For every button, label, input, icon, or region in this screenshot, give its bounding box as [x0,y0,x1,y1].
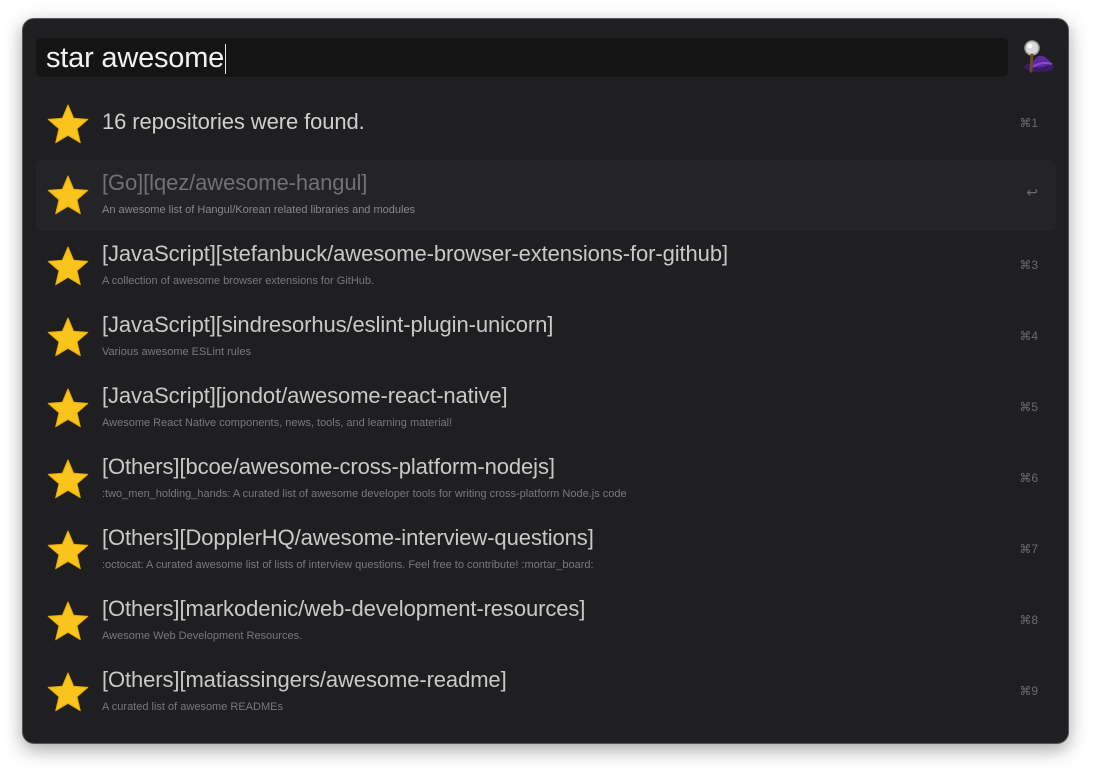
return-key-icon: ↩ [1026,184,1038,200]
result-row[interactable]: [JavaScript][sindresorhus/eslint-plugin-… [36,302,1056,373]
star-icon [47,601,89,641]
result-shortcut: ⌘3 [1019,258,1038,272]
star-icon [47,672,89,712]
text-caret [225,44,227,74]
result-row[interactable]: [Others][matiassingers/awesome-readme] A… [36,657,1056,728]
result-title: [Others][DopplerHQ/awesome-interview-que… [102,525,594,550]
result-subtitle: A collection of awesome browser extensio… [102,275,375,287]
result-subtitle: :two_men_holding_hands: A curated list o… [102,488,627,500]
result-shortcut: ⌘8 [1019,613,1038,627]
star-icon [47,388,89,428]
result-subtitle: An awesome list of Hangul/Korean related… [102,204,416,216]
result-shortcut: ⌘1 [1019,116,1038,130]
search-field[interactable]: star awesome [36,38,1008,77]
search-input[interactable]: star awesome [46,42,227,74]
result-subtitle: A curated list of awesome READMEs [102,701,283,713]
result-title: [JavaScript][jondot/awesome-react-native… [102,383,508,408]
star-icon [47,175,89,215]
result-title: [JavaScript][sindresorhus/eslint-plugin-… [102,312,554,337]
result-shortcut: ⌘4 [1019,329,1038,343]
result-title: [Go][lqez/awesome-hangul] [102,170,368,195]
result-shortcut: ⌘6 [1019,471,1038,485]
result-row[interactable]: [Go][lqez/awesome-hangul] An awesome lis… [36,160,1056,231]
result-row[interactable]: [JavaScript][jondot/awesome-react-native… [36,373,1056,444]
result-title: [JavaScript][stefanbuck/awesome-browser-… [102,241,728,266]
result-row[interactable]: [Others][bcoe/awesome-cross-platform-nod… [36,444,1056,515]
star-icon [47,317,89,357]
result-row[interactable]: [Others][markodenic/web-development-reso… [36,586,1056,657]
result-subtitle: Awesome Web Development Resources. [102,630,303,642]
result-title: [Others][matiassingers/awesome-readme] [102,667,507,692]
result-subtitle: Awesome React Native components, news, t… [102,417,453,429]
result-shortcut: ⌘7 [1019,542,1038,556]
results-list: 16 repositories were found. ⌘1 [Go][lqez… [36,89,1056,728]
result-title: 16 repositories were found. [102,109,365,134]
search-query-text: star awesome [46,42,225,74]
result-subtitle: Various awesome ESLint rules [102,346,251,358]
star-icon [47,104,89,144]
result-title: [Others][bcoe/awesome-cross-platform-nod… [102,454,555,479]
star-icon [47,530,89,570]
result-shortcut: ⌘9 [1019,684,1038,698]
alfred-hat-magnifier-icon[interactable] [1019,39,1057,75]
star-icon [47,246,89,286]
launcher-window: star awesome 16 repositories were found.… [22,18,1069,744]
result-row[interactable]: [Others][DopplerHQ/awesome-interview-que… [36,515,1056,586]
star-icon [47,459,89,499]
result-subtitle: :octocat: A curated awesome list of list… [102,559,594,571]
result-title: [Others][markodenic/web-development-reso… [102,596,586,621]
result-shortcut: ⌘5 [1019,400,1038,414]
result-row-summary[interactable]: 16 repositories were found. ⌘1 [36,89,1056,160]
result-row[interactable]: [JavaScript][stefanbuck/awesome-browser-… [36,231,1056,302]
